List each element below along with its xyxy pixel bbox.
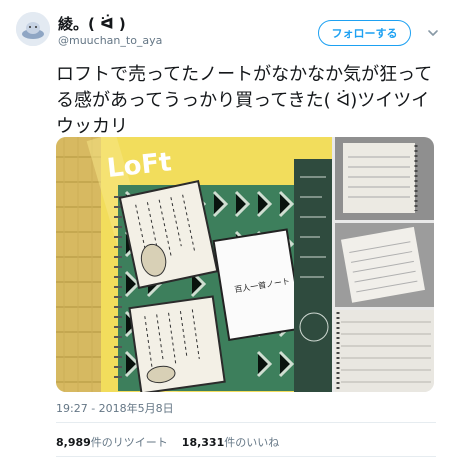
retweets-label: 件のリツイート <box>90 436 168 449</box>
photo-top-right[interactable] <box>335 137 434 220</box>
chevron-down-icon[interactable] <box>427 24 439 36</box>
photo-grid[interactable]: LoFt 百人一首ノート <box>56 137 434 392</box>
tweet-timestamp[interactable]: 19:27 - 2018年5月8日 <box>56 400 174 416</box>
divider <box>56 422 436 423</box>
tweet-text: ロフトで売ってたノートがなかなか気が狂ってる感があってうっかり買ってきた( ᐛ)… <box>56 64 433 137</box>
likes-stat[interactable]: 18,331件のいいね <box>182 436 279 449</box>
follow-button[interactable]: フォローする <box>318 20 411 46</box>
avatar[interactable] <box>16 12 50 46</box>
engagement-stats: 8,989件のリツイート 18,331件のいいね <box>56 434 279 450</box>
photo-middle-right[interactable] <box>335 223 434 307</box>
display-name[interactable]: 綾。( ᐛ ) <box>58 13 126 34</box>
photo-bottom-right[interactable] <box>335 310 434 392</box>
retweets-stat[interactable]: 8,989件のリツイート <box>56 436 168 449</box>
likes-count: 18,331 <box>181 436 225 449</box>
likes-label: 件のいいね <box>224 436 280 449</box>
retweets-count: 8,989 <box>56 436 91 449</box>
photo-main[interactable]: LoFt 百人一首ノート <box>56 137 332 392</box>
divider <box>56 456 436 457</box>
user-handle[interactable]: @muuchan_to_aya <box>58 34 162 47</box>
